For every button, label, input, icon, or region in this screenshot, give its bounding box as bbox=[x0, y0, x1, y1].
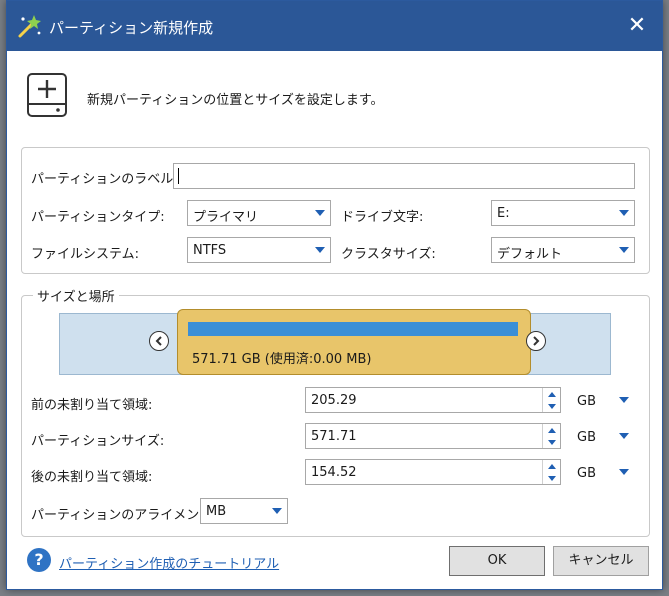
cluster-size-select[interactable]: デフォルト bbox=[491, 237, 635, 263]
partition-label-input[interactable] bbox=[173, 163, 635, 189]
partition-size-value: 571.71 bbox=[311, 429, 357, 444]
alignment-label: パーティションのアライメント: bbox=[31, 508, 217, 523]
unallocated-after-value: 154.52 bbox=[311, 465, 357, 480]
alignment-select[interactable]: MB bbox=[200, 498, 288, 524]
drive-letter-select[interactable]: E: bbox=[491, 200, 635, 226]
cluster-size-label: クラスタサイズ: bbox=[341, 247, 436, 262]
ok-button[interactable]: OK bbox=[449, 546, 545, 576]
dialog-description: 新規パーティションの位置とサイズを設定します。 bbox=[87, 93, 384, 108]
dropdown-arrow-icon[interactable] bbox=[614, 201, 634, 225]
partition-size-info: 571.71 GB (使用済:0.00 MB) bbox=[192, 352, 372, 367]
unallocated-before-input[interactable]: 205.29 bbox=[305, 387, 561, 413]
unallocated-after-label: 後の未割り当て領域: bbox=[31, 470, 153, 485]
unallocated-before-label: 前の未割り当て領域: bbox=[31, 398, 153, 413]
partition-block[interactable]: 571.71 GB (使用済:0.00 MB) bbox=[177, 309, 531, 375]
spin-up-icon[interactable] bbox=[543, 424, 560, 436]
file-system-label: ファイルシステム: bbox=[31, 247, 139, 262]
partition-type-value: プライマリ bbox=[193, 210, 259, 225]
dropdown-arrow-icon[interactable] bbox=[267, 499, 287, 523]
dropdown-arrow-icon[interactable] bbox=[614, 238, 634, 262]
window-title: パーティション新規作成 bbox=[49, 19, 214, 37]
cluster-size-value: デフォルト bbox=[497, 247, 563, 262]
drive-letter-label: ドライブ文字: bbox=[341, 210, 424, 225]
text-caret bbox=[178, 168, 179, 184]
partition-label-label: パーティションのラベル: bbox=[31, 172, 178, 187]
chevron-right-icon[interactable] bbox=[526, 331, 546, 351]
title-bar[interactable]: パーティション新規作成 ✕ bbox=[7, 1, 662, 51]
new-partition-icon bbox=[25, 71, 69, 119]
partition-size-label: パーティションサイズ: bbox=[31, 434, 165, 449]
spin-down-icon[interactable] bbox=[543, 436, 560, 448]
partition-size-input[interactable]: 571.71 bbox=[305, 423, 561, 449]
unit-label: GB bbox=[577, 394, 596, 409]
partition-type-label: パーティションタイプ: bbox=[31, 210, 165, 225]
wizard-icon bbox=[17, 13, 43, 39]
dropdown-arrow-icon[interactable] bbox=[310, 201, 330, 225]
file-system-select[interactable]: NTFS bbox=[187, 237, 331, 263]
file-system-value: NTFS bbox=[193, 243, 227, 258]
spin-down-icon[interactable] bbox=[543, 472, 560, 484]
tutorial-link[interactable]: パーティション作成のチュートリアル bbox=[59, 553, 279, 572]
cancel-button[interactable]: キャンセル bbox=[553, 546, 649, 576]
dropdown-arrow-icon[interactable] bbox=[617, 426, 631, 446]
unallocated-after-input[interactable]: 154.52 bbox=[305, 459, 561, 485]
size-location-title: サイズと場所 bbox=[33, 286, 119, 305]
unit-label: GB bbox=[577, 430, 596, 445]
drive-letter-value: E: bbox=[497, 206, 510, 221]
spin-up-icon[interactable] bbox=[543, 460, 560, 472]
spin-up-icon[interactable] bbox=[543, 388, 560, 400]
unallocated-before-value: 205.29 bbox=[311, 393, 357, 408]
spin-buttons bbox=[542, 388, 560, 412]
dropdown-arrow-icon[interactable] bbox=[617, 462, 631, 482]
help-icon[interactable]: ? bbox=[27, 548, 51, 572]
partition-type-select[interactable]: プライマリ bbox=[187, 200, 331, 226]
spin-buttons bbox=[542, 424, 560, 448]
dropdown-arrow-icon[interactable] bbox=[617, 390, 631, 410]
alignment-value: MB bbox=[206, 504, 227, 519]
unit-label: GB bbox=[577, 466, 596, 481]
spin-down-icon[interactable] bbox=[543, 400, 560, 412]
spin-buttons bbox=[542, 460, 560, 484]
create-partition-dialog: パーティション新規作成 ✕ 新規パーティションの位置とサイズを設定します。 パー… bbox=[6, 0, 663, 590]
dropdown-arrow-icon[interactable] bbox=[310, 238, 330, 262]
close-icon[interactable]: ✕ bbox=[622, 11, 652, 41]
chevron-left-icon[interactable] bbox=[149, 331, 169, 351]
usage-bar bbox=[188, 322, 518, 336]
